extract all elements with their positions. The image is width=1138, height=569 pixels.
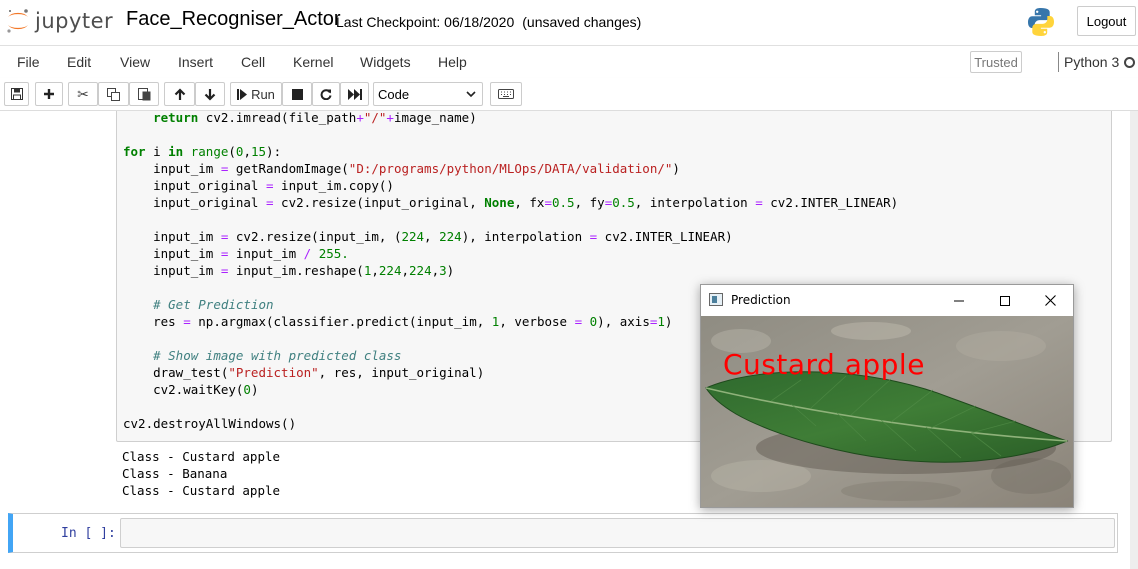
code-line: cv2.destroyAllWindows() (123, 416, 297, 431)
save-status: (unsaved changes) (522, 14, 642, 30)
logo-text: jupyter (35, 9, 114, 33)
insert-cell-button[interactable] (35, 82, 63, 106)
python-logo-icon (1025, 6, 1057, 43)
code-line: draw_test("Prediction", res, input_origi… (123, 365, 485, 380)
window-title: Prediction (731, 293, 791, 307)
plus-icon (44, 89, 54, 99)
copy-button[interactable] (98, 82, 129, 106)
code-line: input_original = input_im.copy() (123, 178, 394, 193)
jupyter-logo[interactable]: jupyter (5, 6, 113, 36)
menu-view[interactable]: View (120, 54, 150, 70)
paste-icon (137, 88, 150, 101)
output-line: Class - Banana (122, 466, 228, 481)
step-forward-icon (237, 88, 248, 100)
code-line: # Show image with predicted class (153, 348, 402, 363)
toolbar: ✂ Run Code (0, 78, 1138, 111)
notebook-header: jupyter Face_Recogniser_Actor Last Check… (0, 0, 1138, 45)
menu-edit[interactable]: Edit (67, 54, 91, 70)
run-button[interactable]: Run (230, 82, 282, 106)
maximize-button[interactable] (982, 285, 1028, 316)
chevron-down-icon (466, 90, 476, 97)
leaf-photo (701, 316, 1073, 507)
restart-icon (320, 89, 332, 100)
fast-forward-icon (347, 88, 362, 100)
cell-output: Class - Custard apple Class - Banana Cla… (122, 448, 280, 499)
code-line: # Get Prediction (153, 297, 274, 312)
checkpoint-text: Last Checkpoint: 06/18/2020 (336, 14, 515, 30)
code-line: input_original = cv2.resize(input_origin… (123, 195, 899, 210)
trusted-indicator[interactable]: Trusted (970, 51, 1022, 73)
window-titlebar[interactable]: Prediction (701, 285, 1073, 316)
code-line: input_im = cv2.resize(input_im, (224, 22… (123, 229, 733, 244)
menu-cell[interactable]: Cell (241, 54, 265, 70)
close-button[interactable] (1027, 285, 1073, 316)
close-icon (1044, 295, 1056, 306)
cut-button[interactable]: ✂ (68, 82, 98, 106)
copy-icon (107, 87, 120, 101)
arrow-up-icon (174, 87, 185, 100)
code-line: res = np.argmax(classifier.predict(input… (123, 314, 673, 329)
kernel-status-icon (1124, 57, 1135, 68)
cell-type-select[interactable]: Code (373, 82, 483, 106)
interrupt-button[interactable] (282, 82, 312, 106)
cut-icon: ✂ (77, 85, 89, 102)
minimize-button[interactable] (936, 285, 982, 316)
arrow-down-icon (204, 88, 216, 101)
code-input-empty[interactable] (120, 518, 1115, 548)
restart-run-all-button[interactable] (340, 82, 369, 106)
command-palette-button[interactable] (490, 82, 522, 106)
paste-button[interactable] (129, 82, 159, 106)
menu-widgets[interactable]: Widgets (360, 54, 411, 70)
save-icon (10, 88, 23, 100)
logout-button[interactable]: Logout (1077, 6, 1136, 36)
checkpoint-status: Last Checkpoint: 06/18/2020 (unsaved chan… (336, 14, 641, 30)
code-line: return cv2.imread(file_path+"/"+image_na… (153, 110, 477, 125)
menu-help[interactable]: Help (438, 54, 467, 70)
output-line: Class - Custard apple (122, 483, 281, 498)
restart-button[interactable] (312, 82, 340, 106)
input-prompt: In [ ]: (61, 526, 116, 541)
selected-code-cell[interactable]: In [ ]: (8, 513, 1118, 553)
code-line: input_im = input_im.reshape(1,224,224,3) (123, 263, 455, 278)
prediction-window[interactable]: Prediction Custard apple (700, 284, 1074, 508)
window-app-icon (709, 293, 723, 306)
kernel-divider (1058, 52, 1059, 72)
code-line: cv2.waitKey(0) (123, 382, 259, 397)
prediction-label: Custard apple (723, 348, 925, 381)
jupyter-logo-icon (7, 9, 28, 33)
menu-kernel[interactable]: Kernel (293, 54, 333, 70)
code-line: for i in range(0,15): (123, 144, 282, 159)
code-line: input_im = input_im / 255. (123, 246, 349, 261)
menu-file[interactable]: File (17, 54, 40, 70)
notebook-name[interactable]: Face_Recogniser_Actor (126, 8, 341, 31)
cell-type-value: Code (378, 86, 410, 102)
prediction-image: Custard apple (701, 316, 1073, 507)
kernel-name[interactable]: Python 3 (1064, 54, 1119, 70)
maximize-icon (1000, 295, 1010, 306)
keyboard-icon (498, 89, 514, 99)
menu-insert[interactable]: Insert (178, 54, 213, 70)
output-line: Class - Custard apple (122, 449, 281, 464)
move-down-button[interactable] (195, 82, 225, 106)
code-line: input_im = getRandomImage("D:/programs/p… (123, 161, 680, 176)
stop-icon (291, 88, 303, 100)
menubar: File Edit View Insert Cell Kernel Widget… (0, 45, 1138, 78)
save-button[interactable] (4, 82, 29, 106)
run-label: Run (251, 86, 275, 102)
move-up-button[interactable] (164, 82, 195, 106)
minimize-icon (954, 300, 964, 301)
